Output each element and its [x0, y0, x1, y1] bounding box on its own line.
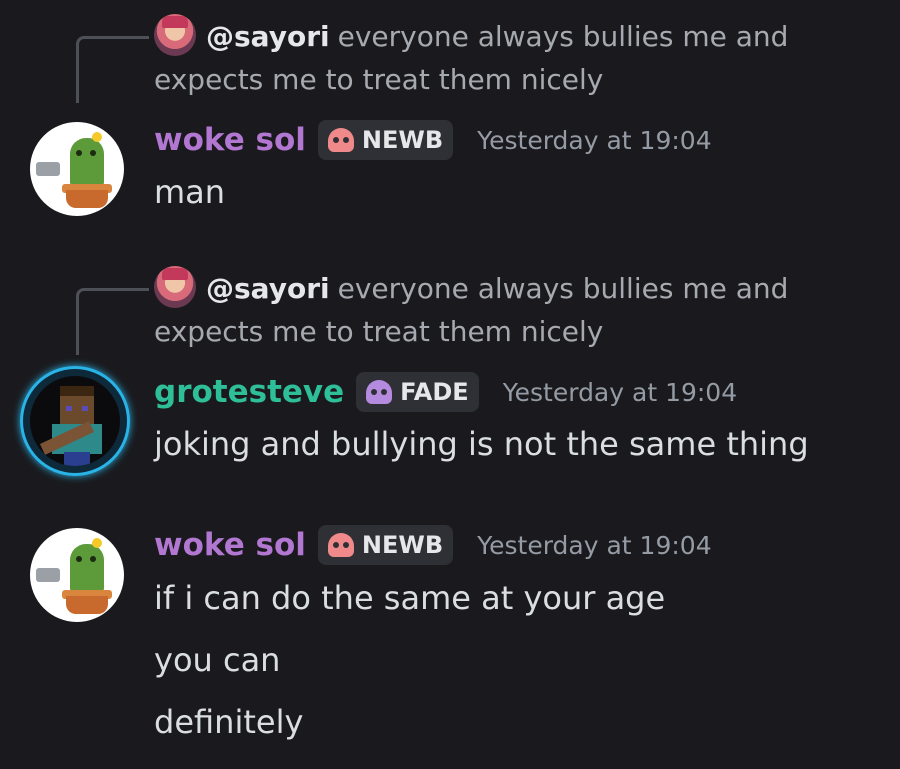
- message-header: grotesteve FADE Yesterday at 19:04: [154, 368, 737, 416]
- cactus-icon: [70, 544, 104, 594]
- pot-icon: [66, 190, 108, 208]
- message-text: joking and bullying is not the same thin…: [154, 425, 809, 463]
- avatar-woke-sol[interactable]: [30, 528, 124, 622]
- reply-connector: [76, 36, 149, 103]
- tag-label: NEWB: [361, 126, 444, 154]
- sayori-avatar[interactable]: [154, 266, 196, 308]
- message-text: if i can do the same at your age: [154, 579, 666, 617]
- username[interactable]: woke sol: [154, 122, 306, 158]
- username[interactable]: woke sol: [154, 527, 306, 563]
- reply-preview[interactable]: @sayori everyone always bullies me and ex…: [154, 14, 834, 101]
- skull-icon: [366, 380, 393, 404]
- message-text: you can: [154, 641, 281, 679]
- message-header: woke sol NEWB Yesterday at 19:04: [154, 521, 712, 569]
- tag-label: NEWB: [361, 531, 444, 559]
- guild-tag[interactable]: NEWB: [317, 120, 454, 160]
- avatar-woke-sol[interactable]: [30, 122, 124, 216]
- reply-mention[interactable]: @sayori: [206, 20, 330, 53]
- sayori-avatar[interactable]: [154, 14, 196, 56]
- reply-connector: [76, 288, 149, 355]
- timestamp[interactable]: Yesterday at 19:04: [477, 126, 711, 155]
- timestamp[interactable]: Yesterday at 19:04: [477, 531, 711, 560]
- pot-icon: [66, 596, 108, 614]
- avatar-grotesteve[interactable]: [20, 366, 130, 476]
- message-text: man: [154, 173, 226, 211]
- timestamp[interactable]: Yesterday at 19:04: [503, 378, 737, 407]
- username[interactable]: grotesteve: [154, 374, 344, 410]
- guild-tag[interactable]: FADE: [356, 372, 479, 412]
- cactus-icon: [70, 138, 104, 188]
- reply-preview[interactable]: @sayori everyone always bullies me and ex…: [154, 266, 834, 353]
- message-text: definitely: [154, 703, 304, 741]
- tag-label: FADE: [400, 378, 469, 406]
- flower-icon: [92, 538, 102, 548]
- watering-can-icon: [36, 568, 60, 582]
- reply-mention[interactable]: @sayori: [206, 272, 330, 305]
- flower-icon: [92, 132, 102, 142]
- skull-icon: [327, 533, 354, 557]
- watering-can-icon: [36, 162, 60, 176]
- skull-icon: [327, 128, 354, 152]
- guild-tag[interactable]: NEWB: [317, 525, 454, 565]
- message-header: woke sol NEWB Yesterday at 19:04: [154, 116, 712, 164]
